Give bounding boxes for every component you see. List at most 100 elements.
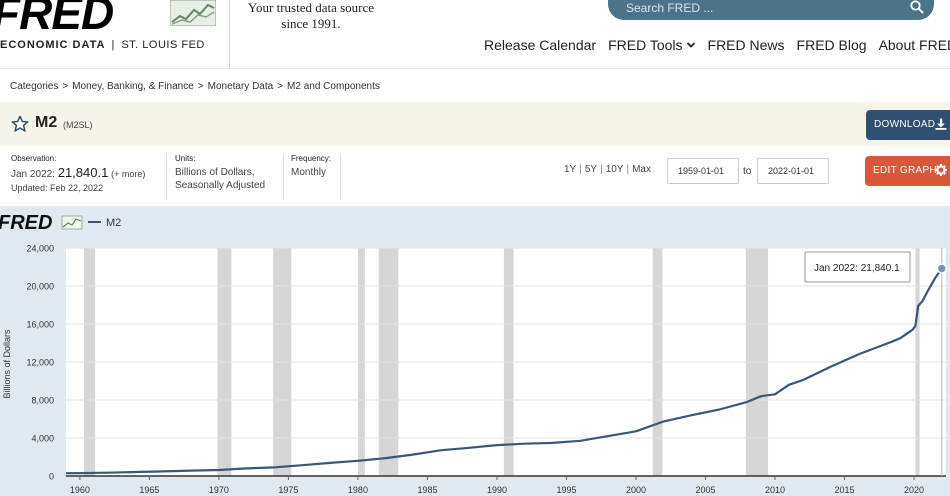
series-title: M2	[35, 114, 58, 131]
nav-label: FRED Blog	[796, 37, 867, 53]
units-label: Units:	[175, 154, 196, 163]
meta-divider	[283, 154, 284, 200]
range-10y[interactable]: 10Y	[606, 164, 624, 175]
breadcrumb-money-banking[interactable]: Money, Banking, & Finance	[72, 81, 194, 92]
x-tick-label: 1970	[209, 485, 229, 495]
range-1y[interactable]: 1Y	[564, 164, 576, 175]
y-tick-label: 0	[49, 472, 54, 482]
frequency-label: Frequency:	[291, 154, 332, 163]
x-tick-label: 1995	[556, 485, 576, 495]
tagline-line1: Your trusted data source	[247, 0, 375, 15]
observation-row: Jan 2022: 21,840.1 (+ more)	[11, 166, 161, 181]
download-label: DOWNLOAD	[874, 119, 936, 130]
breadcrumb-separator: >	[277, 81, 284, 92]
frequency-value: Monthly	[291, 167, 327, 178]
start-date-input[interactable]	[667, 158, 739, 184]
edit-graph-button[interactable]: EDIT GRAPH	[865, 156, 950, 186]
y-tick-label: 16,000	[26, 320, 54, 330]
chevron-down-icon	[686, 42, 695, 48]
x-tick-label: 2000	[626, 485, 646, 495]
y-tick-label: 24,000	[26, 244, 54, 254]
range-separator: |	[579, 164, 582, 175]
date-to-label: to	[743, 166, 752, 177]
fred-logo[interactable]: FRED ECONOMIC DATA | ST. LOUIS FED	[0, 0, 230, 68]
nav-label: Release Calendar	[484, 37, 597, 53]
tooltip-text: Jan 2022: 21,840.1	[814, 263, 900, 274]
gear-icon	[935, 164, 947, 176]
tagline: Your trusted data source since 1991.	[236, 0, 386, 32]
nav-release-calendar[interactable]: Release Calendar	[484, 37, 596, 53]
y-tick-label: 20,000	[26, 282, 54, 292]
logo-wordmark: FRED	[0, 0, 114, 39]
x-tick-label: 2015	[834, 485, 854, 495]
search-bar	[608, 0, 934, 20]
logo-sub-sep: |	[111, 39, 116, 51]
search-icon[interactable]	[910, 0, 924, 14]
observation-value: 21,840.1	[57, 165, 109, 180]
m2-line-chart[interactable]: FRED M2 Billions of Dollars 0 4,000 8,000 1…	[0, 206, 950, 496]
logo-sub-left: ECONOMIC DATA	[0, 39, 106, 51]
frequency-block: Frequency: Monthly	[291, 154, 351, 200]
nav-label: About FRED	[878, 37, 950, 53]
x-tick-label: 1985	[417, 485, 437, 495]
series-title-bar: M2 (M2SL) DOWNLOAD	[0, 102, 950, 146]
logo-sub-right: ST. LOUIS FED	[121, 39, 205, 51]
meta-divider	[166, 154, 167, 200]
tagline-line2: since 1991.	[281, 16, 341, 31]
observation-date: Jan 2022:	[11, 169, 55, 180]
x-tick-label: 2020	[904, 485, 924, 495]
edit-graph-label: EDIT GRAPH	[873, 165, 937, 176]
search-input[interactable]	[626, 0, 876, 16]
observation-more-link[interactable]: (+ more)	[111, 169, 145, 179]
x-tick-label: 1975	[278, 485, 298, 495]
meta-divider	[340, 154, 341, 200]
chart-logo-graph-icon	[61, 215, 83, 230]
x-tick-label: 2010	[765, 485, 785, 495]
range-selector: 1Y | 5Y | 10Y | Max	[564, 164, 651, 175]
nav-fred-blog[interactable]: FRED Blog	[797, 37, 867, 53]
nav-fred-news[interactable]: FRED News	[708, 37, 785, 53]
series-id: (M2SL)	[63, 120, 93, 130]
main-nav: Release Calendar FRED Tools FRED News FR…	[484, 37, 950, 53]
download-button[interactable]: DOWNLOAD	[866, 110, 950, 140]
chart-fred-logo: FRED	[0, 212, 52, 234]
series-meta: Observation: Jan 2022: 21,840.1 (+ more)…	[0, 146, 950, 206]
site-header: FRED ECONOMIC DATA | ST. LOUIS FED Your tr…	[0, 0, 950, 68]
breadcrumb-separator: >	[197, 81, 204, 92]
y-axis-label: Billions of Dollars	[2, 329, 12, 399]
y-tick-label: 12,000	[26, 358, 54, 368]
updated-date: Updated: Feb 22, 2022	[11, 183, 104, 193]
hover-point[interactable]	[936, 263, 948, 274]
x-tick-label: 1990	[487, 485, 507, 495]
range-5y[interactable]: 5Y	[585, 164, 597, 175]
range-separator: |	[600, 164, 603, 175]
observation-label: Observation:	[11, 154, 57, 163]
breadcrumb-separator: >	[62, 81, 69, 92]
download-icon	[935, 118, 947, 130]
range-separator: |	[626, 164, 630, 175]
end-date-input[interactable]	[757, 158, 829, 184]
nav-label: FRED Tools	[608, 37, 683, 53]
y-tick-label: 4,000	[31, 434, 54, 444]
nav-label: FRED News	[707, 37, 785, 53]
logo-subtitle: ECONOMIC DATA | ST. LOUIS FED	[0, 39, 205, 51]
breadcrumb-categories[interactable]: Categories	[10, 81, 58, 92]
star-icon[interactable]	[11, 115, 29, 133]
nav-about-fred[interactable]: About FRED	[879, 37, 950, 53]
legend-series-label: M2	[106, 217, 121, 229]
units-line2: Seasonally Adjusted	[175, 180, 266, 191]
range-max[interactable]: Max	[632, 164, 651, 175]
x-tick-label: 1960	[70, 485, 90, 495]
nav-fred-tools[interactable]: FRED Tools	[608, 37, 695, 53]
observation-block: Observation: Jan 2022: 21,840.1 (+ more)…	[11, 154, 161, 200]
breadcrumb-m2-components[interactable]: M2 and Components	[287, 81, 380, 92]
breadcrumb-bar: Categories > Money, Banking, & Finance > Mon…	[0, 68, 950, 102]
x-tick-label: 1980	[348, 485, 368, 495]
units-block: Units: Billions of Dollars, Seasonally A…	[175, 154, 280, 200]
y-tick-label: 8,000	[31, 396, 54, 406]
units-line1: Billions of Dollars,	[175, 167, 255, 178]
breadcrumb: Categories > Money, Banking, & Finance > Mon…	[10, 81, 380, 92]
x-tick-label: 2005	[695, 485, 715, 495]
breadcrumb-monetary-data[interactable]: Monetary Data	[208, 81, 274, 92]
chart-panel: FRED M2 Billions of Dollars 0 4,000 8,000 1…	[0, 206, 950, 496]
